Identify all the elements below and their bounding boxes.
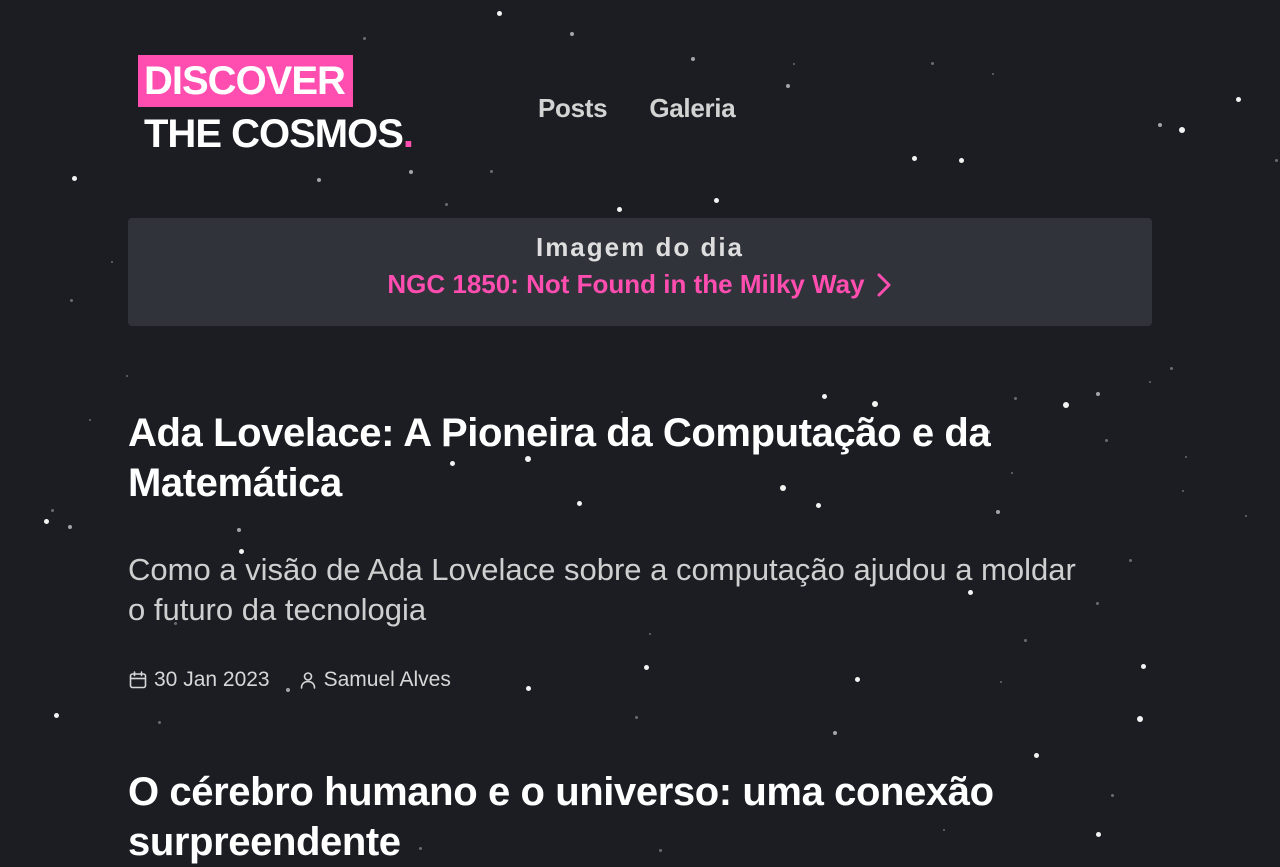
star-dot xyxy=(1185,456,1187,458)
post-title[interactable]: Ada Lovelace: A Pioneira da Computação e… xyxy=(128,408,1088,508)
star-dot xyxy=(489,169,493,173)
star-dot xyxy=(833,731,837,735)
star-dot xyxy=(1033,752,1039,758)
logo-dot: . xyxy=(402,112,414,156)
chevron-right-icon xyxy=(877,273,891,296)
star-dot xyxy=(1013,396,1017,400)
star-dot xyxy=(409,170,413,174)
image-of-the-day-heading: Imagem do dia xyxy=(535,232,745,262)
star-dot xyxy=(911,155,917,161)
star-dot xyxy=(157,720,161,724)
star-dot xyxy=(43,518,49,524)
main-nav: Posts Galeria xyxy=(538,93,736,124)
logo-discover: DISCOVER xyxy=(138,55,353,107)
star-dot xyxy=(1235,96,1241,102)
post-author-name: Samuel Alves xyxy=(323,668,451,691)
image-of-the-day-link-text: NGC 1850: Not Found in the Milky Way xyxy=(387,269,865,299)
star-dot xyxy=(691,57,695,61)
logo-the-cosmos: THE COSMOS. xyxy=(138,109,414,159)
star-dot xyxy=(362,36,366,40)
star-dot xyxy=(1128,558,1132,562)
post-card[interactable]: Ada Lovelace: A Pioneira da Computação e… xyxy=(128,408,1088,692)
star-dot xyxy=(71,175,77,181)
star-dot xyxy=(1245,515,1247,517)
star-dot xyxy=(1158,123,1162,127)
star-dot xyxy=(68,525,72,529)
star-dot xyxy=(111,261,113,263)
star-dot xyxy=(1137,716,1143,722)
star-dot xyxy=(1110,793,1114,797)
star-dot xyxy=(1095,601,1099,605)
star-dot xyxy=(1096,392,1100,396)
image-of-the-day-link[interactable]: NGC 1850: Not Found in the Milky Way xyxy=(387,269,892,300)
post-date: 30 Jan 2023 xyxy=(128,668,270,692)
star-dot xyxy=(1140,663,1146,669)
site-logo[interactable]: DISCOVER THE COSMOS. xyxy=(138,55,414,159)
logo-cosmos-text: THE COSMOS xyxy=(144,112,404,156)
post-title[interactable]: O cérebro humano e o universo: uma conex… xyxy=(128,767,1088,867)
star-dot xyxy=(1104,438,1108,442)
post-card[interactable]: O cérebro humano e o universo: uma conex… xyxy=(128,767,1088,867)
star-dot xyxy=(713,197,719,203)
star-dot xyxy=(634,715,638,719)
star-dot xyxy=(126,375,128,377)
post-meta: 30 Jan 2023 Samuel Alves xyxy=(128,668,1088,692)
star-dot xyxy=(958,157,964,163)
star-dot xyxy=(444,202,448,206)
star-dot xyxy=(50,508,54,512)
star-dot xyxy=(1149,381,1151,383)
star-dot xyxy=(821,393,827,399)
star-dot xyxy=(1274,158,1278,162)
nav-gallery[interactable]: Galeria xyxy=(649,93,735,124)
star-dot xyxy=(1179,127,1185,133)
star-dot xyxy=(616,206,622,212)
star-dot xyxy=(1182,490,1184,492)
nav-posts[interactable]: Posts xyxy=(538,93,608,124)
star-dot xyxy=(872,401,878,407)
star-dot xyxy=(53,712,59,718)
star-dot xyxy=(786,84,790,88)
star-dot xyxy=(317,178,321,182)
star-dot xyxy=(570,32,574,36)
star-dot xyxy=(930,61,934,65)
star-dot xyxy=(1095,831,1101,837)
user-icon xyxy=(300,672,315,689)
post-subtitle: Como a visão de Ada Lovelace sobre a com… xyxy=(128,552,1076,627)
calendar-icon xyxy=(129,671,147,689)
post-author[interactable]: Samuel Alves xyxy=(298,668,451,692)
post-date-text: 30 Jan 2023 xyxy=(154,668,270,691)
star-dot xyxy=(793,63,795,65)
star-dot xyxy=(1169,366,1173,370)
image-of-the-day-banner: Imagem do dia NGC 1850: Not Found in the… xyxy=(128,218,1152,326)
star-dot xyxy=(992,73,994,75)
star-dot xyxy=(89,419,91,421)
star-dot xyxy=(69,298,73,302)
star-dot xyxy=(496,10,502,16)
